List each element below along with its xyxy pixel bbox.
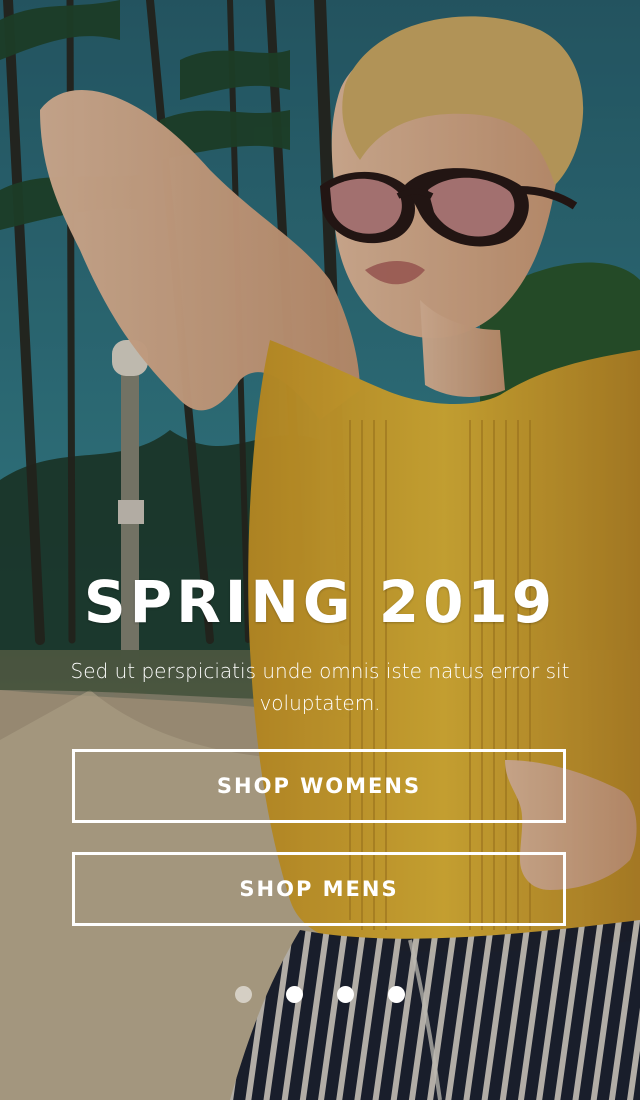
- shop-womens-button[interactable]: SHOP WOMENS: [72, 749, 566, 823]
- hero-banner: SPRING 2019 Sed ut perspiciatis unde omn…: [0, 0, 640, 1100]
- shop-mens-label: SHOP MENS: [239, 877, 399, 901]
- shop-womens-label: SHOP WOMENS: [216, 774, 422, 798]
- carousel-dot-3[interactable]: [337, 986, 354, 1003]
- hero-subtitle: Sed ut perspiciatis unde omnis iste natu…: [70, 659, 570, 715]
- shop-mens-button[interactable]: SHOP MENS: [72, 852, 566, 926]
- hero-content: SPRING 2019 Sed ut perspiciatis unde omn…: [0, 0, 640, 1100]
- carousel-pagination: [0, 986, 640, 1004]
- carousel-dot-4[interactable]: [388, 986, 405, 1003]
- hero-title: SPRING 2019: [83, 568, 557, 636]
- carousel-dot-1[interactable]: [235, 986, 252, 1003]
- carousel-dot-2[interactable]: [286, 986, 303, 1003]
